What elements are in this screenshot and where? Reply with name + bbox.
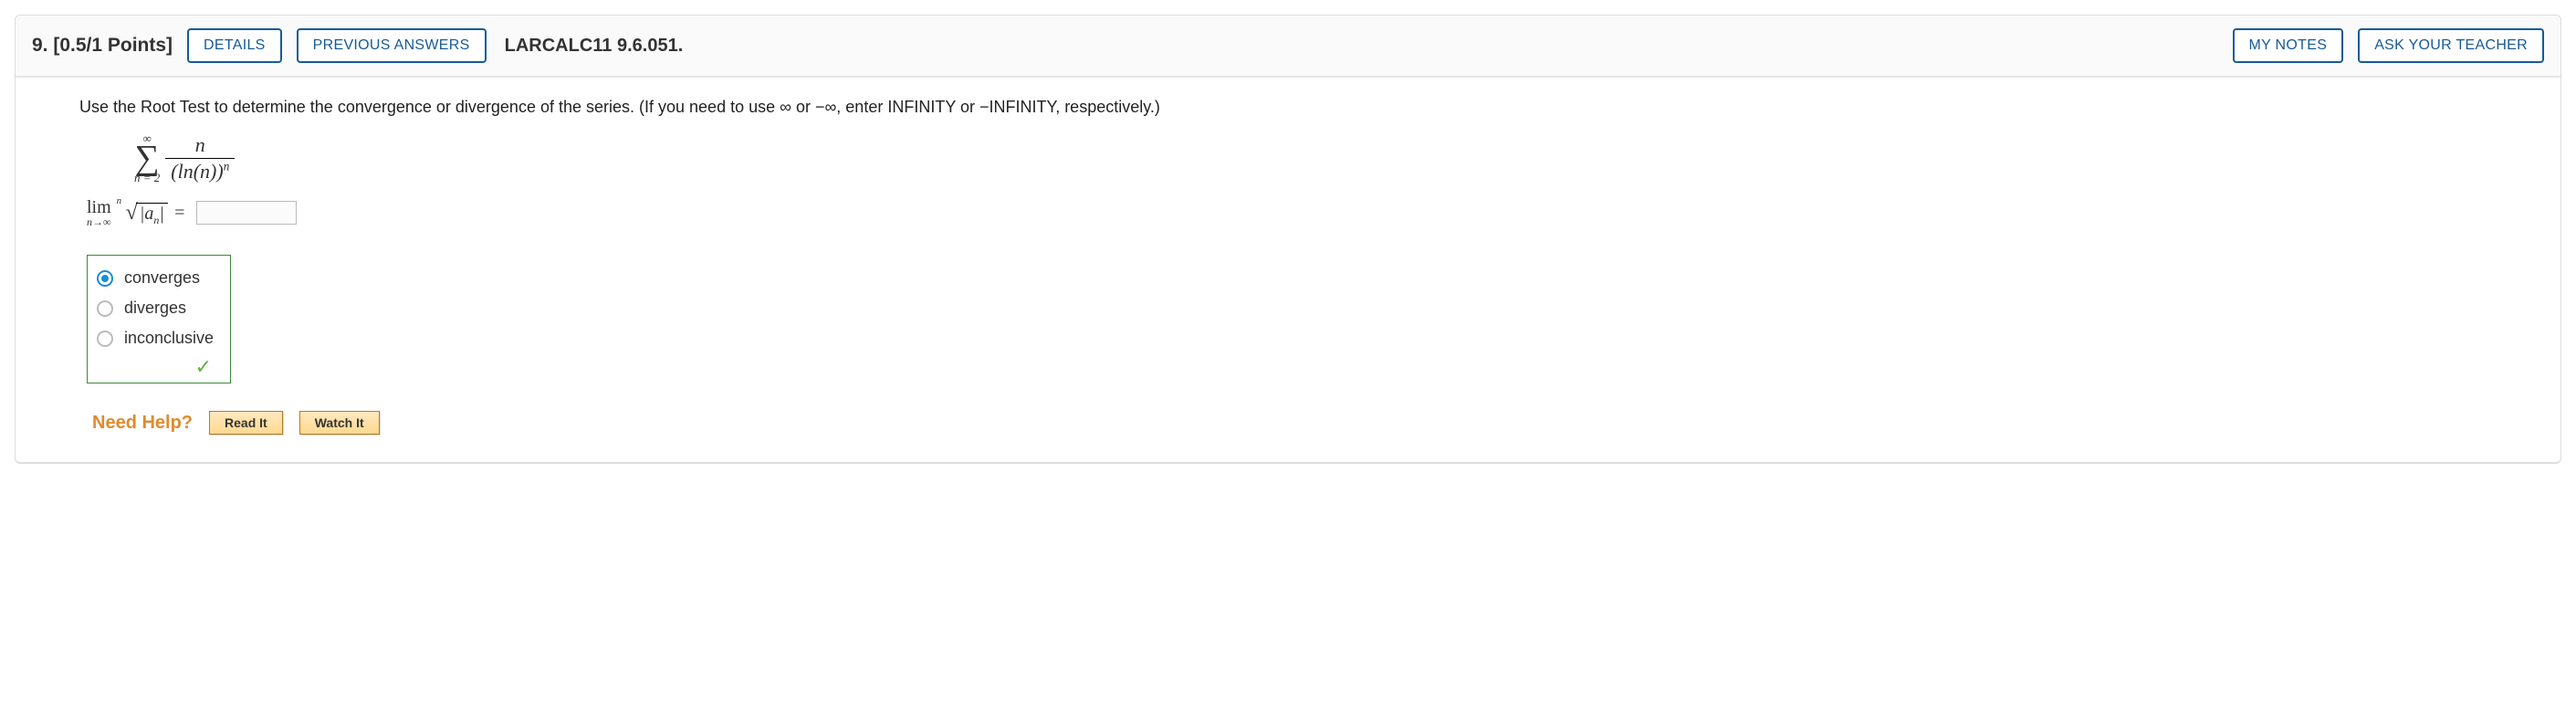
choice-diverges[interactable]: diverges [97, 293, 214, 323]
source-label: LARCALC11 9.6.051. [505, 36, 684, 57]
my-notes-button[interactable]: MY NOTES [2233, 28, 2344, 63]
equals-sign: = [173, 203, 186, 224]
question-number-points: 9. [0.5/1 Points] [32, 35, 173, 57]
fraction-denominator: (ln(n))n [165, 158, 235, 184]
limit-symbol: lim n→∞ [87, 198, 111, 227]
radicand: |an| [136, 203, 168, 225]
sigma-symbol: ∞ ∑ n = 2 [134, 133, 160, 184]
question-header: 9. [0.5/1 Points] DETAILS PREVIOUS ANSWE… [16, 16, 2560, 77]
series-fraction: n (ln(n))n [165, 133, 235, 184]
ask-teacher-button[interactable]: ASK YOUR TEACHER [2358, 28, 2544, 63]
choice-inconclusive[interactable]: inconclusive [97, 323, 214, 353]
series-expression: ∞ ∑ n = 2 n (ln(n))n [134, 133, 2497, 184]
details-button[interactable]: DETAILS [187, 28, 282, 63]
fraction-numerator: n [190, 133, 211, 158]
choice-converges[interactable]: converges [97, 263, 214, 293]
radio-diverges[interactable] [97, 300, 113, 317]
question-prompt: Use the Root Test to determine the conve… [79, 98, 2497, 117]
choice-label: inconclusive [124, 329, 214, 348]
radio-inconclusive[interactable] [97, 331, 113, 347]
sigma-lower-bound: n = 2 [134, 173, 160, 184]
radio-converges[interactable] [97, 270, 113, 287]
checkmark-icon: ✓ [195, 355, 212, 378]
nth-root: n √|an| [117, 201, 168, 226]
need-help-label: Need Help? [92, 413, 193, 434]
previous-answers-button[interactable]: PREVIOUS ANSWERS [297, 28, 487, 63]
choice-label: converges [124, 268, 200, 288]
question-card: 9. [0.5/1 Points] DETAILS PREVIOUS ANSWE… [15, 15, 2561, 464]
question-body: Use the Root Test to determine the conve… [16, 77, 2560, 463]
limit-answer-input[interactable] [196, 201, 297, 225]
need-help-row: Need Help? Read It Watch It [92, 411, 2497, 435]
convergence-choices: converges diverges inconclusive ✓ [87, 255, 231, 383]
choice-label: diverges [124, 299, 186, 318]
limit-expression: lim n→∞ n √|an| = [87, 198, 2497, 227]
watch-it-button[interactable]: Watch It [299, 411, 380, 435]
read-it-button[interactable]: Read It [209, 411, 283, 435]
